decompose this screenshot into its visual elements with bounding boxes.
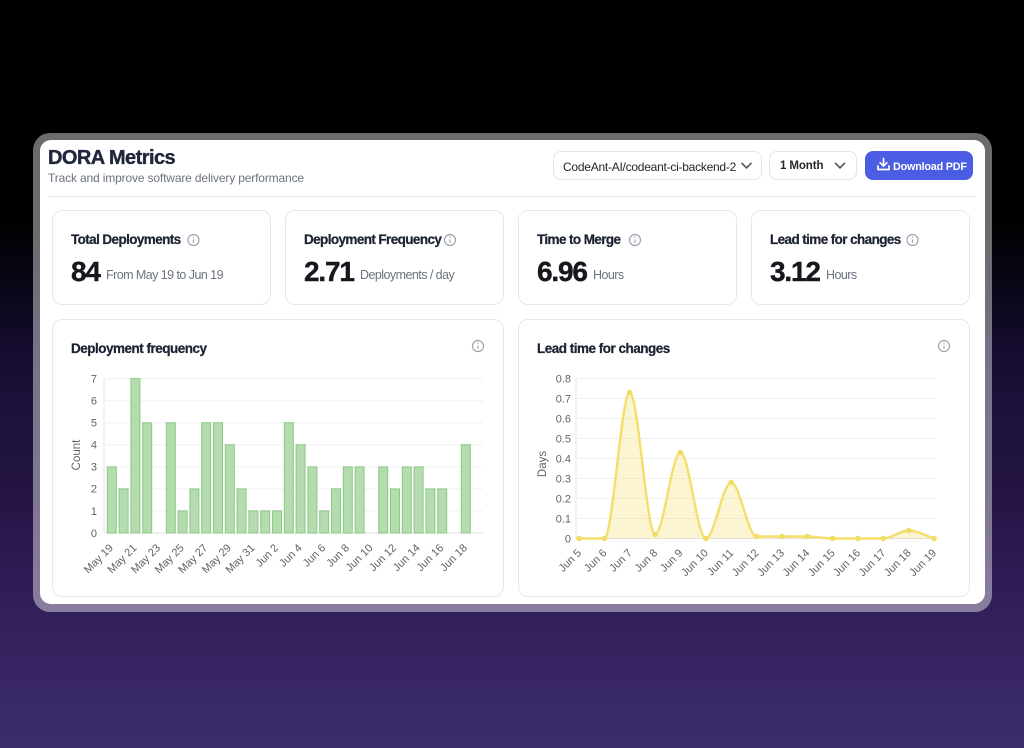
svg-text:Jun 12: Jun 12: [730, 547, 762, 579]
svg-text:0.1: 0.1: [556, 513, 571, 525]
svg-text:Jun 17: Jun 17: [857, 547, 889, 579]
svg-text:Jun 6: Jun 6: [301, 542, 329, 570]
svg-text:0.7: 0.7: [556, 393, 571, 405]
svg-text:6: 6: [91, 396, 97, 408]
svg-text:7: 7: [91, 373, 97, 385]
svg-text:Jun 18: Jun 18: [882, 547, 914, 579]
svg-text:0: 0: [565, 533, 571, 545]
svg-text:Jun 2: Jun 2: [254, 542, 282, 570]
svg-text:3: 3: [91, 462, 97, 474]
svg-text:Jun 4: Jun 4: [277, 542, 305, 570]
svg-text:2: 2: [91, 484, 97, 496]
svg-text:0.3: 0.3: [556, 473, 571, 485]
svg-text:Jun 18: Jun 18: [438, 542, 470, 574]
svg-text:0.8: 0.8: [556, 373, 571, 385]
svg-text:Days: Days: [537, 451, 549, 477]
svg-text:0.2: 0.2: [556, 493, 571, 505]
svg-text:0.6: 0.6: [556, 413, 571, 425]
svg-text:Jun 13: Jun 13: [755, 547, 787, 579]
svg-text:5: 5: [91, 418, 97, 430]
svg-text:4: 4: [91, 440, 97, 452]
svg-text:Jun 15: Jun 15: [806, 547, 838, 579]
svg-text:Count: Count: [71, 439, 83, 470]
svg-text:Jun 6: Jun 6: [582, 547, 610, 575]
svg-text:Jun 10: Jun 10: [679, 547, 711, 579]
svg-text:Jun 14: Jun 14: [780, 547, 812, 579]
svg-text:0.4: 0.4: [556, 453, 571, 465]
svg-text:Jun 8: Jun 8: [633, 547, 661, 575]
svg-text:0: 0: [91, 528, 97, 540]
svg-text:0.5: 0.5: [556, 433, 571, 445]
svg-text:Jun 19: Jun 19: [907, 547, 939, 579]
svg-text:Jun 16: Jun 16: [831, 547, 863, 579]
svg-text:Jun 7: Jun 7: [607, 547, 635, 575]
svg-text:Jun 5: Jun 5: [557, 547, 585, 575]
svg-text:1: 1: [91, 506, 97, 518]
